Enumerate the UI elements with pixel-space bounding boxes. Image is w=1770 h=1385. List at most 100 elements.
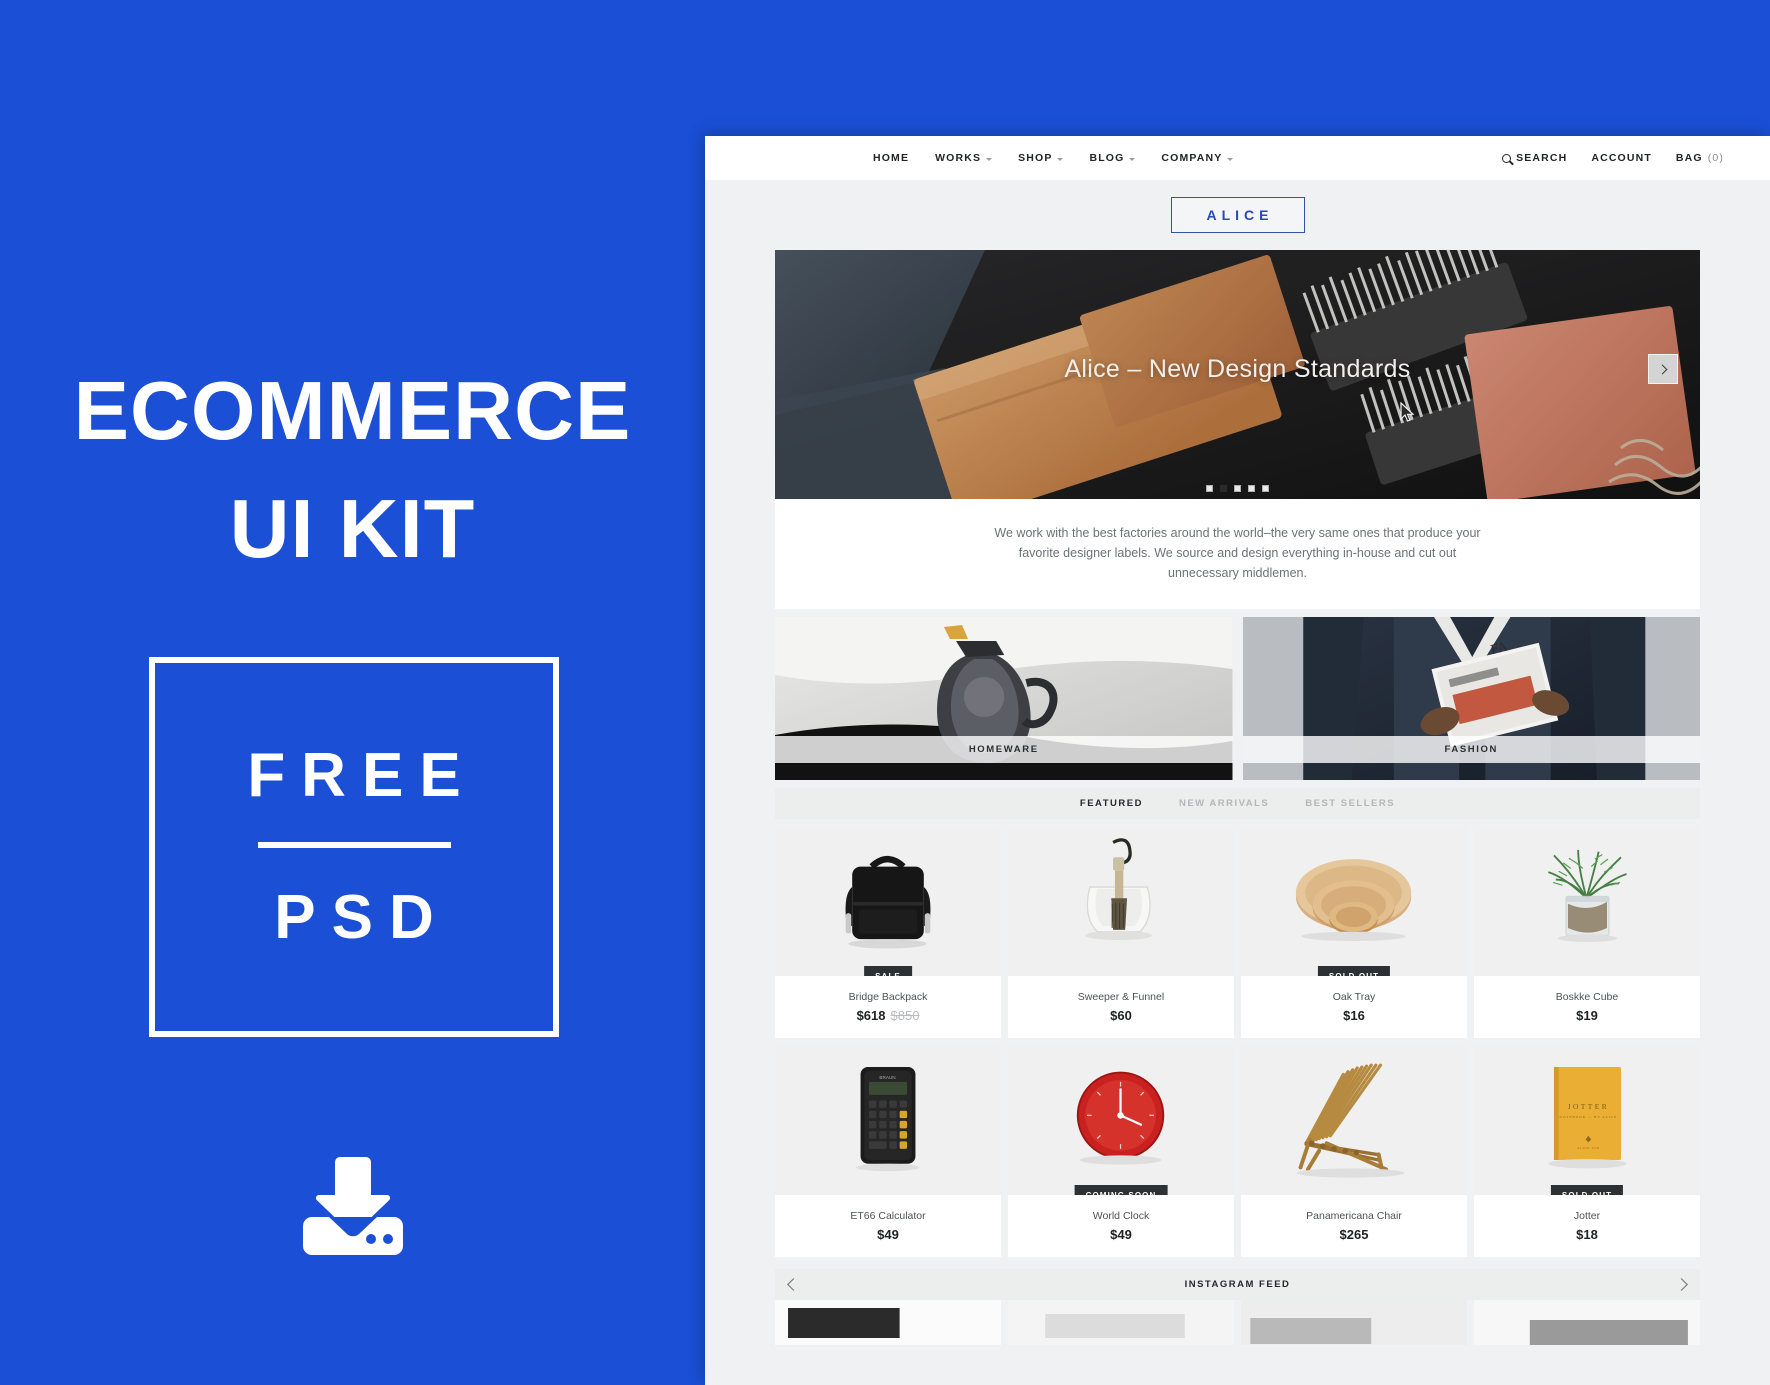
product-price-current: $49 <box>877 1227 899 1242</box>
chevron-down-icon <box>986 157 993 161</box>
instagram-item[interactable] <box>1241 1300 1467 1345</box>
product-badge: SOLD OUT <box>1550 1185 1624 1195</box>
product-price-current: $18 <box>1576 1227 1598 1242</box>
product-name: ET66 Calculator <box>850 1210 926 1222</box>
hero-next-button[interactable] <box>1648 354 1678 384</box>
product-price: $49 <box>1110 1227 1132 1242</box>
product-card[interactable]: JOTTER NOTEBOOK — BY ALICE ALICE LTD SOL… <box>1474 1045 1700 1257</box>
product-card[interactable]: SALE Bridge Backpack $618 $850 <box>775 826 1001 1038</box>
product-info: Jotter $18 <box>1474 1195 1700 1257</box>
account-label: ACCOUNT <box>1591 152 1652 164</box>
main-navigation: HOME WORKS SHOP BLOG COMPANY <box>873 136 1234 180</box>
product-card[interactable]: COMING SOON World Clock $49 <box>1008 1045 1234 1257</box>
product-info: ET66 Calculator $49 <box>775 1195 1001 1257</box>
hero-dot[interactable] <box>1206 485 1213 492</box>
product-info: Sweeper & Funnel $60 <box>1008 976 1234 1038</box>
category-tiles: HOMEWARE FA FASHION <box>775 617 1700 780</box>
bag-count: (0) <box>1707 152 1724 164</box>
category-label: HOMEWARE <box>775 736 1233 763</box>
product-price-current: $49 <box>1110 1227 1132 1242</box>
download-button[interactable] <box>0 1155 705 1259</box>
page-title: ECOMMERCE UI KIT <box>0 352 705 588</box>
hero-dots <box>775 485 1700 492</box>
hero-dot[interactable] <box>1248 485 1255 492</box>
product-name: Oak Tray <box>1332 991 1376 1003</box>
nav-item-blog[interactable]: BLOG <box>1089 152 1136 164</box>
nav-item-home[interactable]: HOME <box>873 152 909 164</box>
utility-navigation: SEARCH ACCOUNT BAG (0) <box>1502 136 1724 180</box>
tab-best-sellers[interactable]: BEST SELLERS <box>1305 798 1395 809</box>
product-price-current: $618 <box>856 1008 886 1023</box>
chevron-right-icon[interactable] <box>1675 1278 1688 1291</box>
product-card[interactable]: Sweeper & Funnel $60 <box>1008 826 1234 1038</box>
chevron-down-icon <box>1057 157 1064 161</box>
nav-item-shop[interactable]: SHOP <box>1018 152 1064 164</box>
product-info: Boskke Cube $19 <box>1474 976 1700 1038</box>
search-button[interactable]: SEARCH <box>1502 152 1567 164</box>
product-badge: SOLD OUT <box>1317 966 1391 976</box>
nav-item-label: HOME <box>873 152 910 164</box>
instagram-feed-title: INSTAGRAM FEED <box>1184 1279 1291 1290</box>
svg-text:ALICE LTD: ALICE LTD <box>1577 1146 1600 1150</box>
svg-text:BRAUN: BRAUN <box>879 1075 895 1080</box>
product-image: BRAUN <box>775 1045 1001 1195</box>
bag-label: BAG <box>1675 152 1703 164</box>
account-button[interactable]: ACCOUNT <box>1591 152 1652 164</box>
product-price: $618 $850 <box>857 1008 920 1023</box>
instagram-item[interactable] <box>775 1300 1001 1345</box>
promo-panel: ECOMMERCE UI KIT FREE PSD <box>0 0 705 1385</box>
product-card[interactable]: SOLD OUT Oak Tray $16 <box>1241 826 1467 1038</box>
tab-featured[interactable]: FEATURED <box>1080 798 1143 809</box>
product-image: JOTTER NOTEBOOK — BY ALICE ALICE LTD SOL… <box>1474 1045 1700 1195</box>
logo-text: ALICE <box>1206 207 1274 223</box>
product-card[interactable]: Boskke Cube $19 <box>1474 826 1700 1038</box>
tab-new-arrivals[interactable]: NEW ARRIVALS <box>1179 798 1269 809</box>
category-tile-fashion[interactable]: FA FASHION <box>1242 617 1700 780</box>
nav-item-label: SHOP <box>1018 152 1053 164</box>
hero-slide[interactable]: Alice – New Design Standards <box>775 250 1700 499</box>
product-grid: SALE Bridge Backpack $618 $850 <box>775 826 1700 1257</box>
nav-item-label: WORKS <box>935 152 982 164</box>
hero-dot-active[interactable] <box>1220 485 1227 492</box>
instagram-item[interactable] <box>1474 1300 1700 1345</box>
product-info: Bridge Backpack $618 $850 <box>775 976 1001 1038</box>
page-title-line-1: ECOMMERCE <box>73 364 632 457</box>
product-card[interactable]: BRAUN ET66 Calculator $49 <box>775 1045 1001 1257</box>
product-price: $16 <box>1343 1008 1365 1023</box>
product-info: Oak Tray $16 <box>1241 976 1467 1038</box>
svg-text:JOTTER: JOTTER <box>1568 1102 1609 1111</box>
logo-band: ALICE <box>705 180 1770 250</box>
nav-item-company[interactable]: COMPANY <box>1161 152 1234 164</box>
divider <box>257 842 451 848</box>
mouse-cursor <box>1400 402 1415 422</box>
hero-carousel: Alice – New Design Standards <box>775 250 1700 499</box>
hero-dot[interactable] <box>1234 485 1241 492</box>
product-card[interactable]: Panamericana Chair $265 <box>1241 1045 1467 1257</box>
bag-button[interactable]: BAG (0) <box>1676 152 1724 164</box>
product-image <box>1008 826 1234 976</box>
instagram-item[interactable] <box>1008 1300 1234 1345</box>
product-price: $19 <box>1576 1008 1598 1023</box>
svg-text:NOTEBOOK — BY ALICE: NOTEBOOK — BY ALICE <box>1560 1115 1618 1119</box>
product-info: Panamericana Chair $265 <box>1241 1195 1467 1257</box>
product-price: $60 <box>1110 1008 1132 1023</box>
product-name: Boskke Cube <box>1555 991 1619 1003</box>
product-image: SALE <box>775 826 1001 976</box>
hero-title: Alice – New Design Standards <box>1064 355 1411 383</box>
site-logo[interactable]: ALICE <box>1170 197 1305 233</box>
site-header: HOME WORKS SHOP BLOG COMPANY SEARCH ACCO… <box>705 136 1770 180</box>
page-title-line-2: UI KIT <box>229 482 476 575</box>
chevron-left-icon[interactable] <box>787 1278 800 1291</box>
hero-dot[interactable] <box>1262 485 1269 492</box>
product-info: World Clock $49 <box>1008 1195 1234 1257</box>
product-name: Panamericana Chair <box>1306 1210 1402 1222</box>
category-label: FASHION <box>1242 736 1700 763</box>
product-price-current: $60 <box>1110 1008 1132 1023</box>
chevron-right-icon <box>1657 364 1667 374</box>
product-name: Sweeper & Funnel <box>1077 991 1165 1003</box>
product-tabs: FEATURED NEW ARRIVALS BEST SELLERS <box>775 788 1700 819</box>
nav-item-works[interactable]: WORKS <box>935 152 993 164</box>
category-tile-homeware[interactable]: HOMEWARE <box>775 617 1233 780</box>
product-image <box>1474 826 1700 976</box>
product-price: $265 <box>1340 1227 1369 1242</box>
